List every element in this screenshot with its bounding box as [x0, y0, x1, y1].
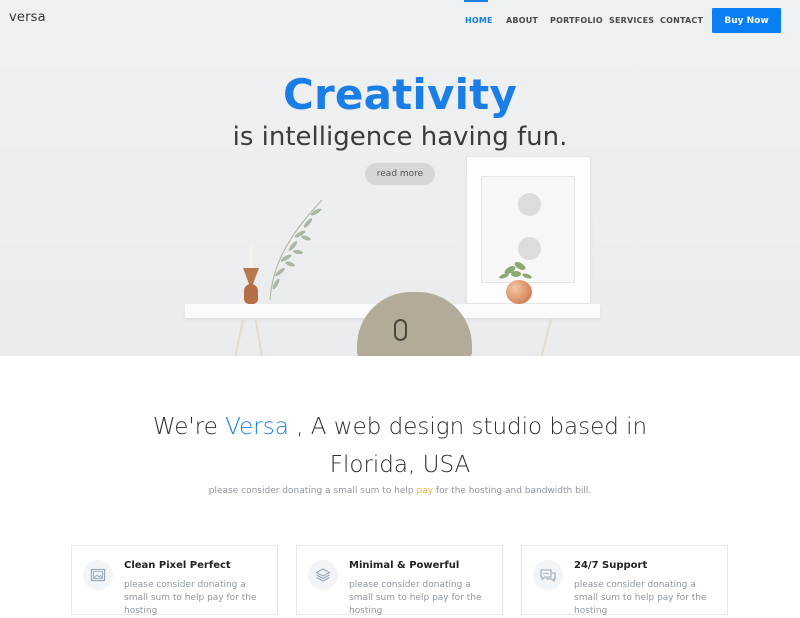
hero-section: versa HOME ABOUT PORTFOLIO SERVICES CONT… [0, 0, 800, 356]
vase-decoration [242, 268, 260, 304]
feature-card-support: 24/7 Support please consider donating a … [521, 545, 728, 616]
about-note: please consider donating a small sum to … [208, 486, 592, 496]
candle-decoration [249, 246, 253, 268]
hero-title: Creativity [282, 70, 518, 119]
hero-subtitle: is intelligence having fun. [232, 122, 568, 152]
buy-now-button[interactable]: Buy Now [712, 8, 781, 33]
nav-item-home[interactable]: HOME [464, 0, 493, 25]
pot-decoration [506, 280, 532, 304]
nav-item-about[interactable]: ABOUT [506, 16, 538, 25]
read-more-button[interactable]: read more [365, 163, 435, 185]
layers-icon [308, 560, 338, 590]
nav-item-services[interactable]: SERVICES [609, 16, 654, 25]
chat-icon [533, 560, 563, 590]
chair-decoration [357, 292, 472, 356]
about-heading: We're Versa , A web design studio based … [152, 414, 648, 478]
feature-title: Clean Pixel Perfect [124, 560, 231, 571]
nav-item-contact[interactable]: CONTACT [660, 16, 703, 25]
feature-text: please consider donating a small sum to … [124, 580, 257, 616]
brand-logo[interactable]: versa [9, 10, 46, 25]
feature-text: please consider donating a small sum to … [349, 580, 482, 616]
navbar: versa HOME ABOUT PORTFOLIO SERVICES CONT… [0, 0, 800, 42]
brand-name-highlight: Versa [225, 414, 289, 440]
pay-link[interactable]: pay [417, 486, 434, 496]
feature-title: 24/7 Support [574, 560, 648, 571]
active-indicator [464, 0, 488, 2]
feature-title: Minimal & Powerful [349, 560, 460, 571]
feature-text: please consider donating a small sum to … [574, 580, 707, 616]
feature-card-minimal-powerful: Minimal & Powerful please consider donat… [296, 545, 503, 616]
image-icon [83, 560, 113, 590]
feature-card-pixel-perfect: Clean Pixel Perfect please consider dona… [71, 545, 278, 616]
branch-decoration [269, 199, 323, 301]
nav-item-portfolio[interactable]: PORTFOLIO [550, 16, 603, 25]
